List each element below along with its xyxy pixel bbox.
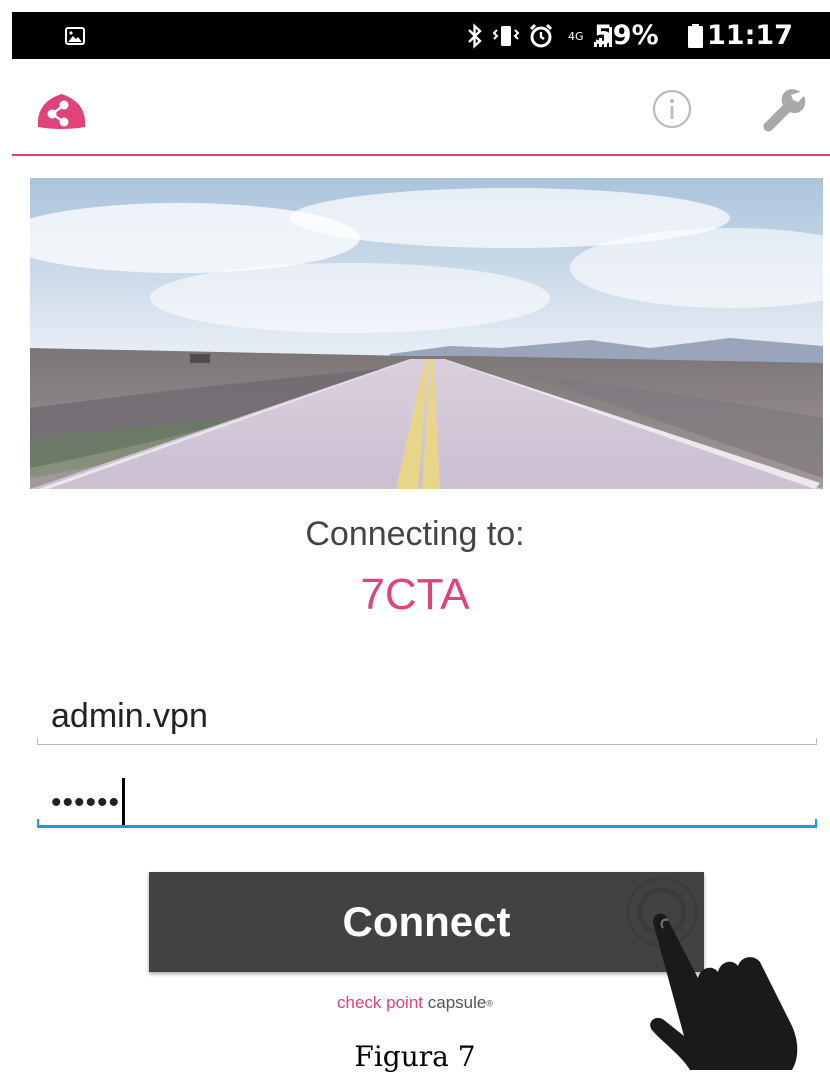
image-icon — [65, 27, 85, 45]
brand-part1: check point — [337, 993, 423, 1012]
tap-gesture-icon — [626, 876, 798, 1070]
network-type: 4G — [568, 29, 584, 43]
hero-image — [30, 178, 823, 489]
brand-part2: capsule — [427, 993, 487, 1012]
vibrate-icon — [492, 26, 520, 46]
wrench-icon[interactable] — [759, 85, 807, 133]
app-bar-divider — [12, 154, 830, 156]
gateway-name: 7CTA — [360, 570, 470, 619]
capsule-logo-icon[interactable] — [35, 92, 88, 131]
info-icon[interactable] — [652, 89, 692, 129]
username-underline — [37, 738, 817, 745]
password-underline — [37, 819, 817, 828]
battery-icon — [688, 24, 703, 48]
brand-mark: ® — [486, 998, 493, 1009]
text-cursor — [122, 778, 126, 828]
status-bar: 4G 59% 11:17 — [12, 12, 830, 59]
battery-percent: 59% — [594, 20, 659, 51]
password-mask: •••••• — [51, 786, 121, 819]
username-field[interactable]: admin.vpn — [37, 693, 817, 745]
clock: 11:17 — [707, 20, 793, 51]
app-bar — [12, 59, 830, 156]
alarm-icon — [529, 23, 553, 48]
connecting-label: Connecting to: — [305, 515, 525, 553]
bluetooth-icon — [468, 23, 482, 49]
password-field[interactable]: •••••• — [37, 776, 817, 828]
username-value: admin.vpn — [51, 697, 208, 735]
